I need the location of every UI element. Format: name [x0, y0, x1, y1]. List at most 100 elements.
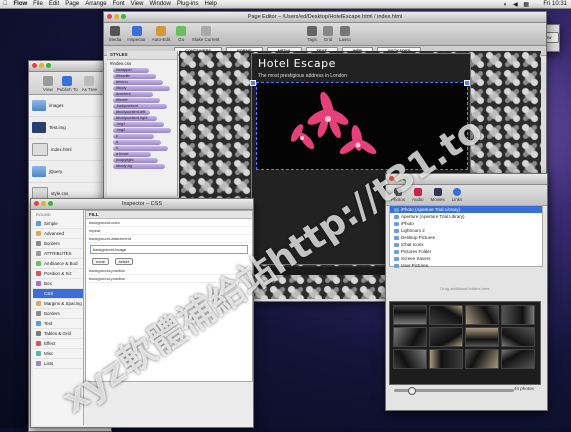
style-rule[interactable]: #body [113, 86, 170, 91]
photo-thumbnail[interactable] [429, 327, 463, 347]
media-source-item[interactable]: Lightroom 2 [390, 227, 542, 234]
photo-thumbnail[interactable] [429, 349, 463, 369]
inspector-item[interactable]: Advanced [33, 229, 83, 239]
zoom-icon[interactable] [403, 176, 408, 181]
close-icon[interactable] [34, 201, 39, 206]
zoom-icon[interactable] [46, 63, 51, 68]
lasso-button[interactable]: Lasso [339, 26, 351, 42]
inspector-item[interactable]: Text [33, 319, 83, 329]
menu-font[interactable]: Font [113, 1, 125, 7]
photo-thumbnail[interactable] [465, 327, 499, 347]
inspector-item[interactable]: Ambiance & Bod [33, 259, 83, 269]
css-row-position-x[interactable]: background-position [86, 267, 252, 275]
photo-thumbnail[interactable] [501, 305, 535, 325]
media-titlebar[interactable] [386, 174, 547, 185]
movies-tab[interactable]: Movies [431, 188, 445, 202]
menu-file[interactable]: File [33, 1, 43, 7]
inspector-titlebar[interactable]: Inspector – CSS [31, 199, 253, 210]
inspector-button[interactable]: Inspector [127, 26, 146, 42]
file-row-images[interactable]: images [29, 95, 111, 117]
publish-button[interactable]: Publish To [57, 76, 78, 92]
slider-knob[interactable] [408, 387, 416, 395]
site-subtitle[interactable]: The most prestigious address in London [258, 73, 347, 79]
inspector-item[interactable]: Position & Siz [33, 269, 83, 279]
style-rule[interactable]: a:hover [113, 152, 151, 157]
audio-tab[interactable]: Audio [412, 188, 424, 202]
menu-edit[interactable]: Edit [49, 1, 59, 7]
style-rule[interactable]: li [113, 146, 168, 151]
photo-thumbnail[interactable] [465, 349, 499, 369]
inspector-item[interactable]: CSS [33, 289, 83, 299]
photo-thumbnail[interactable] [393, 327, 427, 347]
minimize-icon[interactable] [396, 176, 401, 181]
style-rule[interactable]: #menu [113, 80, 163, 85]
close-icon[interactable] [389, 176, 394, 181]
grid-button[interactable]: Grid [323, 26, 333, 42]
resize-handle[interactable] [250, 80, 256, 86]
status-icons[interactable]: ◐ ◀ ▦ [504, 1, 531, 8]
photo-thumbnail[interactable] [465, 305, 499, 325]
style-rule[interactable]: #bodycontent-right [113, 116, 157, 121]
hero-image[interactable] [256, 82, 468, 170]
left-window-titlebar[interactable] [29, 61, 111, 72]
tags-button[interactable]: Tags [307, 26, 317, 42]
media-source-item[interactable]: iPhoto (Aperture Trial Library) [390, 206, 542, 213]
view-button[interactable]: View [42, 76, 53, 92]
menu-arrange[interactable]: Arrange [85, 1, 106, 7]
inspector-item[interactable]: Margins & Spacing [33, 299, 83, 309]
stylesheet-group[interactable]: #index.css [107, 60, 177, 67]
make-current-button[interactable]: Make Current [192, 26, 220, 42]
none-button[interactable]: none [92, 258, 109, 265]
style-rule[interactable]: #footer [113, 98, 160, 103]
file-row-index[interactable]: index.html [29, 139, 111, 161]
inspector-item[interactable]: Misc [33, 349, 83, 359]
resize-handle[interactable] [464, 80, 470, 86]
body-text-block[interactable] [256, 172, 396, 242]
menu-plugins[interactable]: Plug-ins [177, 1, 199, 7]
close-icon[interactable] [32, 63, 37, 68]
style-rule[interactable]: #content [113, 92, 153, 97]
css-row-repeat[interactable]: repeat [86, 227, 252, 235]
media-source-item[interactable]: iPhoto [390, 220, 542, 227]
media-source-item[interactable]: iChat Icons [390, 241, 542, 248]
media-button[interactable]: Media [109, 26, 121, 42]
menu-page[interactable]: Page [65, 1, 79, 7]
inspector-item[interactable]: Box [33, 279, 83, 289]
main-window-titlebar[interactable]: Page Editor – /Users/ed/Desktop/HotelEsc… [104, 12, 546, 23]
style-rule[interactable]: .bodycontent [113, 104, 167, 109]
css-row-attachment[interactable]: background-attachment [86, 235, 252, 243]
style-rule[interactable]: #copyright [113, 158, 158, 163]
photo-thumbnail[interactable] [429, 305, 463, 325]
menu-view[interactable]: View [131, 1, 144, 7]
style-rule[interactable]: #bodycontent-left [113, 110, 150, 115]
close-icon[interactable] [107, 14, 112, 19]
photo-thumbnail[interactable] [501, 327, 535, 347]
menu-help[interactable]: Help [205, 1, 217, 7]
background-image-field[interactable]: background-image [90, 245, 248, 254]
photo-thumbnail[interactable] [393, 305, 427, 325]
as-tree-button[interactable]: As Tree [82, 76, 97, 92]
style-rule[interactable]: #header [113, 74, 156, 79]
thumbnail-size-slider[interactable] [394, 387, 514, 395]
minimize-icon[interactable] [39, 63, 44, 68]
style-rule[interactable]: #wrapper [113, 68, 149, 73]
media-source-item[interactable]: Aperture (Aperture Trial Library) [390, 213, 542, 220]
file-row-test[interactable]: Test.img [29, 117, 111, 139]
photo-thumbnail[interactable] [393, 349, 427, 369]
css-row-position-y[interactable]: background-position [86, 275, 252, 283]
apple-icon[interactable]:  [3, 1, 8, 7]
photos-tab[interactable]: Photos [391, 188, 405, 202]
inspector-item[interactable]: Lists [33, 359, 83, 369]
inspector-item[interactable]: Simple [33, 219, 83, 229]
select-button[interactable]: select [114, 258, 134, 265]
style-rule[interactable]: a [113, 140, 161, 145]
minimize-icon[interactable] [114, 14, 119, 19]
media-source-item[interactable]: Desktop Pictures [390, 234, 542, 241]
css-row-background-color[interactable]: background-color [86, 219, 252, 227]
go-button[interactable]: Go [176, 26, 187, 42]
menu-clock[interactable]: Fri 10:31 [543, 1, 567, 7]
inspector-item[interactable]: ATTRIBUTES [33, 249, 83, 259]
file-row-jquery[interactable]: jQuery [29, 161, 111, 183]
photo-thumbnail[interactable] [501, 349, 535, 369]
links-tab[interactable]: Links [452, 188, 462, 202]
